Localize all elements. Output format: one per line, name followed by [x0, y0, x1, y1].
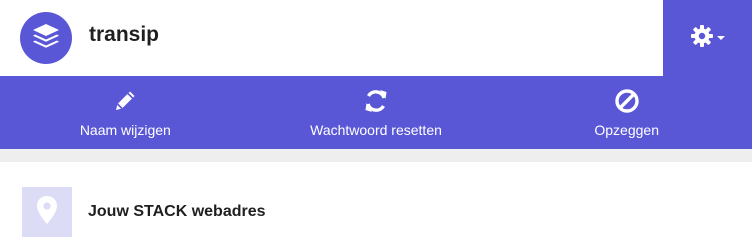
reset-password-button[interactable]: Wachtwoord resetten	[251, 76, 502, 149]
item-label: Jouw STACK webadres	[88, 203, 266, 220]
cancel-subscription-button[interactable]: Opzeggen	[501, 76, 752, 149]
pencil-icon	[112, 88, 138, 114]
gear-icon	[690, 24, 714, 53]
list-item[interactable]: Jouw STACK webadres	[0, 162, 752, 252]
section-divider	[0, 149, 752, 162]
ban-icon	[614, 88, 640, 114]
rename-button[interactable]: Naam wijzigen	[0, 76, 251, 149]
reset-password-label: Wachtwoord resetten	[310, 122, 442, 138]
layers-icon	[31, 22, 61, 55]
rename-label: Naam wijzigen	[79, 122, 171, 138]
settings-button[interactable]	[663, 0, 752, 76]
page-title: transip	[89, 23, 160, 46]
refresh-icon	[363, 88, 389, 114]
header: transip	[0, 0, 752, 76]
action-bar: Naam wijzigen Wachtwoord resetten Opzegg…	[0, 76, 752, 149]
map-marker-icon	[36, 195, 58, 230]
item-icon-box	[22, 187, 72, 237]
logo	[20, 12, 72, 64]
cancel-subscription-label: Opzeggen	[594, 122, 659, 138]
chevron-down-icon	[717, 36, 725, 40]
